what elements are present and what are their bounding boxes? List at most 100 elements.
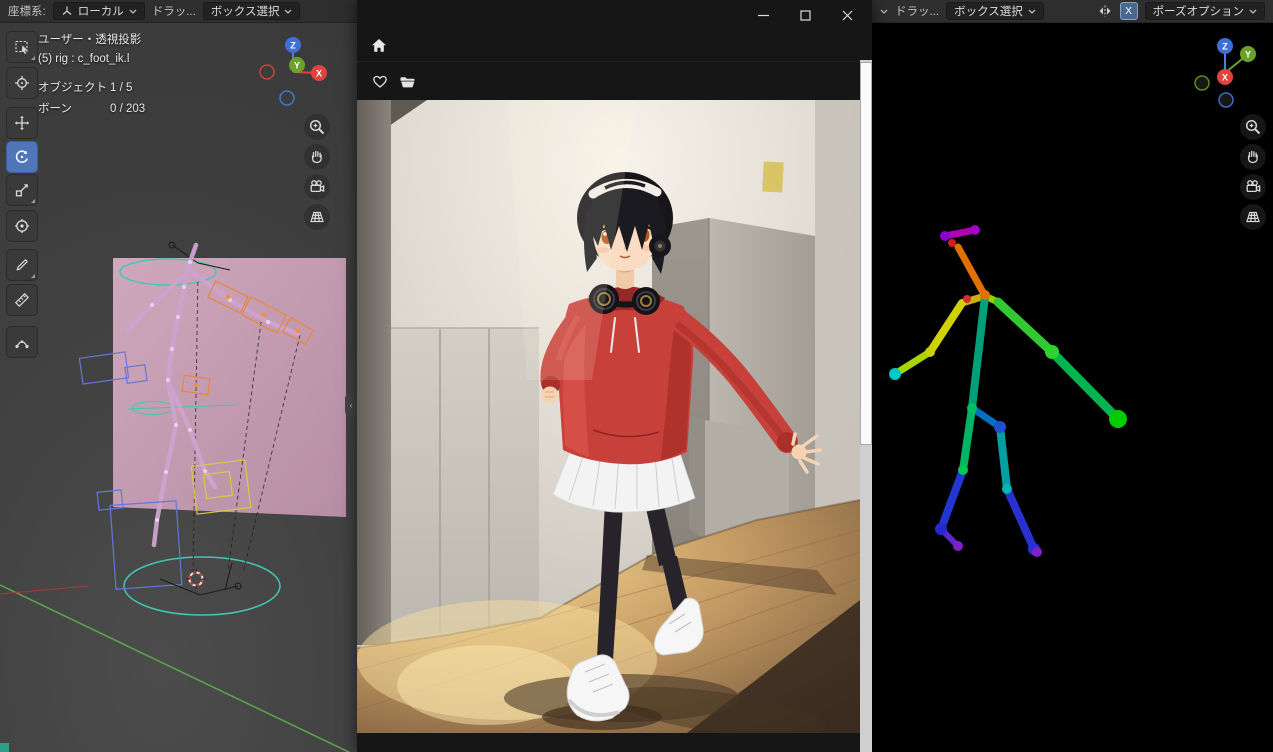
right-viewport-canvas[interactable]: Z Y X bbox=[868, 23, 1273, 752]
pan-button[interactable] bbox=[304, 144, 330, 170]
3d-cursor bbox=[186, 569, 206, 589]
pose-breakdowner-icon bbox=[15, 340, 29, 349]
transform-icon bbox=[15, 219, 29, 233]
pose-options-value: ポーズオプション bbox=[1152, 6, 1244, 18]
coord-system-label: 座標系: bbox=[8, 6, 46, 18]
tool-annotate[interactable] bbox=[6, 249, 38, 281]
zoom-button[interactable] bbox=[1240, 114, 1266, 140]
tool-measure[interactable] bbox=[6, 284, 38, 316]
reference-image bbox=[357, 100, 860, 733]
tool-transform[interactable] bbox=[6, 210, 38, 242]
select-mode-dropdown[interactable]: ボックス選択 bbox=[202, 2, 301, 20]
pan-hand-icon bbox=[1247, 150, 1258, 164]
view-mode-text: ユーザー・透視投影 bbox=[38, 34, 142, 46]
grid-floor-icon bbox=[310, 211, 324, 223]
window-actions-row bbox=[357, 62, 872, 100]
tool-move[interactable] bbox=[6, 107, 38, 139]
maximize-icon bbox=[799, 9, 811, 21]
window-nav-row bbox=[357, 30, 872, 62]
svg-text:X: X bbox=[316, 69, 322, 79]
scale-icon bbox=[15, 184, 28, 197]
y-axis-line bbox=[0, 584, 351, 752]
bone-count-label: ボーン bbox=[38, 103, 72, 115]
home-icon bbox=[372, 39, 386, 52]
tool-scale[interactable] bbox=[6, 174, 38, 206]
chevron-down-icon bbox=[129, 9, 137, 14]
mirror-x-toggle[interactable]: X bbox=[1119, 2, 1138, 20]
sidebar-collapse-tab[interactable]: ‹ bbox=[345, 393, 357, 417]
armature-3d-scene bbox=[0, 241, 351, 752]
orientation-value: ローカル bbox=[77, 6, 124, 18]
camera-view-button[interactable] bbox=[1240, 174, 1266, 200]
truncated-dropdown-chevron[interactable] bbox=[880, 9, 888, 14]
minimize-button[interactable] bbox=[742, 2, 784, 28]
viewport-info-overlay: ユーザー・透視投影 (5) rig : c_foot_ik.l オブジェクト 1… bbox=[38, 31, 145, 119]
select-mode-value: ボックス選択 bbox=[210, 6, 280, 18]
scrollbar-thumb[interactable] bbox=[860, 62, 872, 445]
minimize-icon bbox=[757, 14, 769, 16]
drag-mode-label: ドラッ... bbox=[895, 6, 940, 18]
left-viewport-canvas[interactable]: ユーザー・透視投影 (5) rig : c_foot_ik.l オブジェクト 1… bbox=[0, 23, 357, 752]
camera-view-button[interactable] bbox=[304, 174, 330, 200]
mirror-x-icon[interactable] bbox=[1097, 3, 1113, 19]
blender-workspace: 座標系: ローカル ドラッ... ボックス選択 ユーザー・透視投影 (5) ri… bbox=[0, 0, 1273, 752]
zoom-icon bbox=[309, 119, 325, 135]
image-viewer-window bbox=[357, 0, 872, 752]
pan-hand-icon bbox=[311, 150, 322, 164]
measure-ruler-icon bbox=[14, 292, 30, 308]
chevron-down-icon bbox=[1249, 9, 1257, 14]
left-viewport-header: 座標系: ローカル ドラッ... ボックス選択 bbox=[0, 0, 357, 23]
pose-options-dropdown[interactable]: ポーズオプション bbox=[1144, 2, 1265, 20]
chevron-down-icon bbox=[1028, 9, 1036, 14]
pan-button[interactable] bbox=[1240, 144, 1266, 170]
heart-icon bbox=[373, 75, 387, 88]
window-scrollbar[interactable] bbox=[860, 60, 872, 752]
tool-select-box[interactable] bbox=[6, 31, 38, 63]
close-button[interactable] bbox=[826, 2, 868, 28]
tool-cursor[interactable] bbox=[6, 67, 38, 99]
folder-icon bbox=[400, 76, 415, 87]
open-folder-button[interactable] bbox=[399, 74, 416, 89]
axis-neg-y bbox=[1194, 75, 1210, 91]
svg-text:Z: Z bbox=[1222, 42, 1228, 52]
right-viewport-header: ドラッ... ボックス選択 X ポーズオプション bbox=[868, 0, 1273, 23]
select-box-icon bbox=[15, 40, 28, 54]
camera-view-icon bbox=[310, 180, 325, 193]
maximize-button[interactable] bbox=[784, 2, 826, 28]
active-item-text: (5) rig : c_foot_ik.l bbox=[38, 53, 130, 65]
x-axis-line bbox=[0, 585, 89, 595]
window-titlebar[interactable] bbox=[357, 0, 872, 30]
svg-text:X: X bbox=[1222, 73, 1228, 83]
select-mode-value: ボックス選択 bbox=[954, 6, 1023, 18]
svg-text:Z: Z bbox=[290, 41, 296, 51]
bone-count-value: 0 / 203 bbox=[110, 103, 146, 115]
tool-shelf bbox=[6, 31, 40, 371]
close-icon bbox=[842, 10, 852, 20]
axis-neg-z bbox=[279, 90, 295, 106]
axis-neg-z bbox=[1218, 92, 1234, 108]
skeleton-bones bbox=[891, 226, 1123, 553]
orientation-gizmo[interactable]: Z Y X bbox=[1185, 33, 1265, 113]
zoom-icon bbox=[1245, 119, 1261, 135]
openpose-skeleton bbox=[889, 225, 1127, 557]
orientation-gizmo[interactable]: Z X Y bbox=[253, 32, 333, 112]
home-button[interactable] bbox=[371, 38, 387, 53]
favorite-button[interactable] bbox=[372, 74, 388, 89]
orientation-dropdown[interactable]: ローカル bbox=[52, 2, 145, 20]
right-3d-viewport: ドラッ... ボックス選択 X ポーズオプション Z Y X bbox=[868, 0, 1273, 752]
chevron-down-icon bbox=[284, 9, 292, 14]
tool-rotate[interactable] bbox=[6, 141, 38, 173]
zoom-button[interactable] bbox=[304, 114, 330, 140]
svg-text:Y: Y bbox=[1245, 50, 1251, 60]
object-count-label: オブジェクト bbox=[38, 82, 107, 94]
cursor-icon bbox=[15, 76, 29, 90]
object-count-value: 1 / 5 bbox=[110, 82, 133, 94]
viewport-corner-accent bbox=[0, 743, 9, 752]
orientation-axes-icon bbox=[62, 6, 72, 15]
left-3d-viewport: 座標系: ローカル ドラッ... ボックス選択 ユーザー・透視投影 (5) ri… bbox=[0, 0, 357, 752]
grid-floor-button[interactable] bbox=[1240, 204, 1266, 230]
move-icon bbox=[14, 115, 30, 131]
grid-floor-button[interactable] bbox=[304, 204, 330, 230]
tool-pose-breakdowner[interactable] bbox=[6, 326, 38, 358]
select-mode-dropdown[interactable]: ボックス選択 bbox=[946, 2, 1044, 20]
